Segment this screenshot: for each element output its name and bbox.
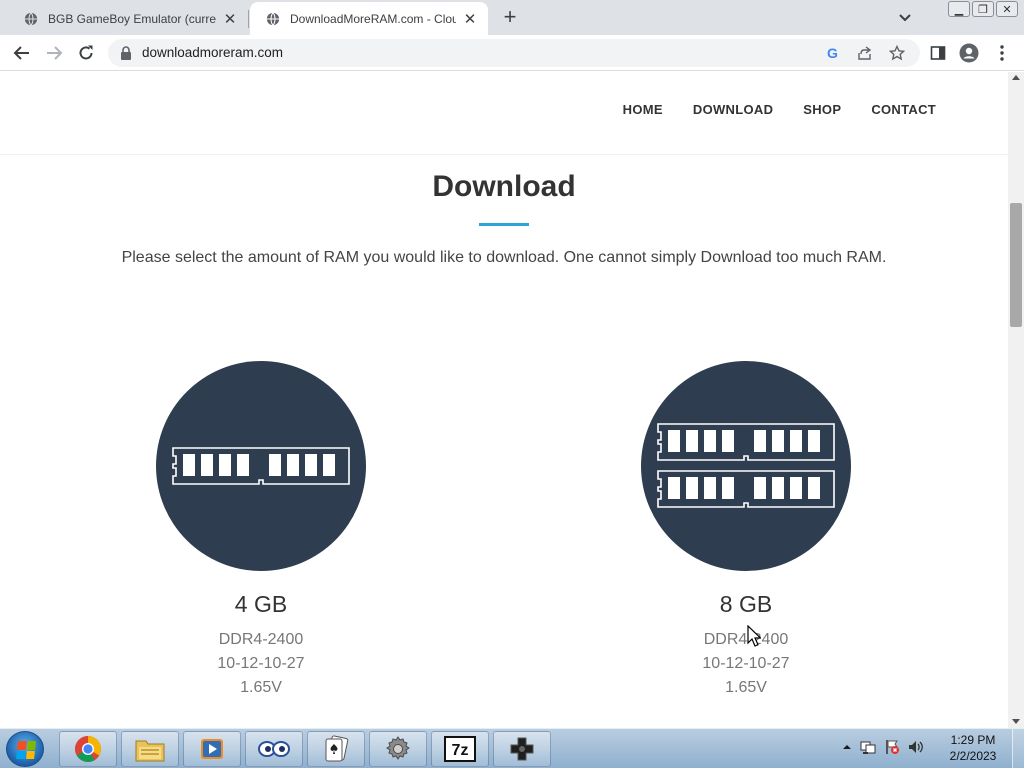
back-icon[interactable]: [12, 43, 32, 63]
spec-voltage: 1.65V: [240, 679, 282, 696]
taskbar-eyes[interactable]: [245, 731, 303, 767]
bookmark-star-icon[interactable]: [888, 44, 906, 62]
spec-voltage: 1.65V: [725, 679, 767, 696]
scroll-down-arrow-icon[interactable]: [1012, 719, 1020, 724]
intro-text: Please select the amount of RAM you woul…: [121, 249, 887, 266]
site-nav: HOME DOWNLOAD SHOP CONTACT: [623, 102, 936, 117]
ram-image[interactable]: [641, 361, 851, 571]
media-player-icon: [201, 739, 223, 759]
nav-download[interactable]: DOWNLOAD: [693, 102, 773, 117]
taskbar-media-player[interactable]: [183, 731, 241, 767]
windows-logo-icon: [16, 741, 36, 759]
header-divider: [0, 154, 1008, 155]
svg-text:G: G: [827, 45, 838, 61]
gamepad-icon: [510, 737, 534, 761]
scroll-up-arrow-icon[interactable]: [1012, 75, 1020, 80]
lock-icon[interactable]: [120, 46, 132, 60]
settings-gear-icon: [386, 736, 410, 760]
page-scrollbar[interactable]: [1008, 72, 1024, 728]
browser-toolbar: downloadmoreram.com G: [0, 35, 1024, 71]
mouse-cursor-icon: [747, 625, 761, 647]
spec-type: DDR4-2400: [703, 631, 789, 648]
product-capacity: 4 GB: [234, 591, 288, 617]
taskbar-clock[interactable]: 1:29 PM 2/2/2023: [938, 732, 1008, 764]
tab-title: DownloadMoreRAM.com - Clou: [290, 11, 456, 26]
taskbar-solitaire[interactable]: [307, 731, 365, 767]
tab-strip: BGB GameBoy Emulator (current ✕ Download…: [0, 0, 1024, 35]
close-button[interactable]: ✕: [996, 1, 1018, 17]
google-lens-icon[interactable]: G: [824, 44, 842, 62]
tab-downloadmoreram[interactable]: DownloadMoreRAM.com - Clou ✕: [250, 2, 488, 35]
clock-time: 1:29 PM: [950, 733, 996, 747]
scroll-thumb[interactable]: [1010, 203, 1022, 327]
tab-close-icon[interactable]: ✕: [462, 11, 478, 28]
product-8gb[interactable]: 8 GB DDR4-2400 10-12-10-27 1.65V: [641, 361, 851, 700]
spec-timings: 10-12-10-27: [702, 655, 790, 672]
start-button[interactable]: [6, 731, 44, 767]
taskbar-explorer[interactable]: [121, 731, 179, 767]
product-specs: DDR4-2400 10-12-10-27 1.65V: [641, 628, 851, 700]
url-text[interactable]: downloadmoreram.com: [142, 45, 283, 60]
page-viewport: HOME DOWNLOAD SHOP CONTACT Download Plea…: [0, 72, 1008, 728]
minimize-button[interactable]: ▁: [948, 1, 970, 17]
taskbar: 7z 1:29 PM 2/2/2023: [0, 728, 1024, 769]
show-desktop-button[interactable]: [1012, 729, 1024, 769]
taskbar-7zip[interactable]: 7z: [431, 731, 489, 767]
taskbar-gamepad[interactable]: [493, 731, 551, 767]
volume-icon[interactable]: [908, 739, 924, 755]
product-specs: DDR4-2400 10-12-10-27 1.65V: [156, 628, 366, 700]
ram-image[interactable]: [156, 361, 366, 571]
more-menu-icon[interactable]: [992, 43, 1012, 63]
page-title: Download: [432, 170, 576, 203]
product-capacity: 8 GB: [719, 591, 773, 617]
forward-icon[interactable]: [44, 43, 64, 63]
address-bar[interactable]: downloadmoreram.com G: [108, 39, 920, 67]
nav-shop[interactable]: SHOP: [803, 102, 841, 117]
profile-avatar-icon[interactable]: [959, 43, 979, 63]
network-icon[interactable]: [860, 739, 876, 755]
globe-icon: [24, 12, 38, 25]
product-4gb[interactable]: 4 GB DDR4-2400 10-12-10-27 1.65V: [156, 361, 366, 700]
ram-sticks-icon: [657, 423, 835, 508]
eyes-icon: [258, 741, 290, 757]
clock-date: 2/2/2023: [949, 749, 997, 763]
nav-contact[interactable]: CONTACT: [871, 102, 936, 117]
spec-type: DDR4-2400: [218, 631, 304, 648]
window-controls: ▁ ❐ ✕: [948, 1, 1018, 17]
restore-button[interactable]: ❐: [972, 1, 994, 17]
taskbar-chrome[interactable]: [59, 731, 117, 767]
tab-separator: [248, 10, 249, 28]
ram-stick-icon: [172, 447, 350, 485]
action-center-icon[interactable]: [884, 739, 900, 755]
nav-home[interactable]: HOME: [623, 102, 663, 117]
show-hidden-icons[interactable]: [842, 742, 852, 752]
reload-icon[interactable]: [76, 43, 96, 63]
chevron-down-icon[interactable]: [896, 8, 914, 26]
tab-close-icon[interactable]: ✕: [222, 11, 238, 28]
solitaire-icon: [325, 735, 349, 762]
share-icon[interactable]: [856, 44, 874, 62]
spec-timings: 10-12-10-27: [217, 655, 305, 672]
tab-title: BGB GameBoy Emulator (current: [48, 11, 216, 26]
explorer-icon: [135, 740, 165, 762]
tab-bgb-emulator[interactable]: BGB GameBoy Emulator (current ✕: [8, 2, 248, 35]
7zip-icon: 7z: [444, 736, 476, 762]
system-tray: [842, 739, 924, 755]
chrome-icon: [75, 736, 101, 763]
title-underline: [479, 223, 529, 226]
side-panel-icon[interactable]: [928, 43, 948, 63]
taskbar-settings[interactable]: [369, 731, 427, 767]
new-tab-button[interactable]: +: [498, 6, 522, 30]
7zip-label: 7z: [452, 742, 469, 759]
globe-icon: [266, 12, 280, 25]
